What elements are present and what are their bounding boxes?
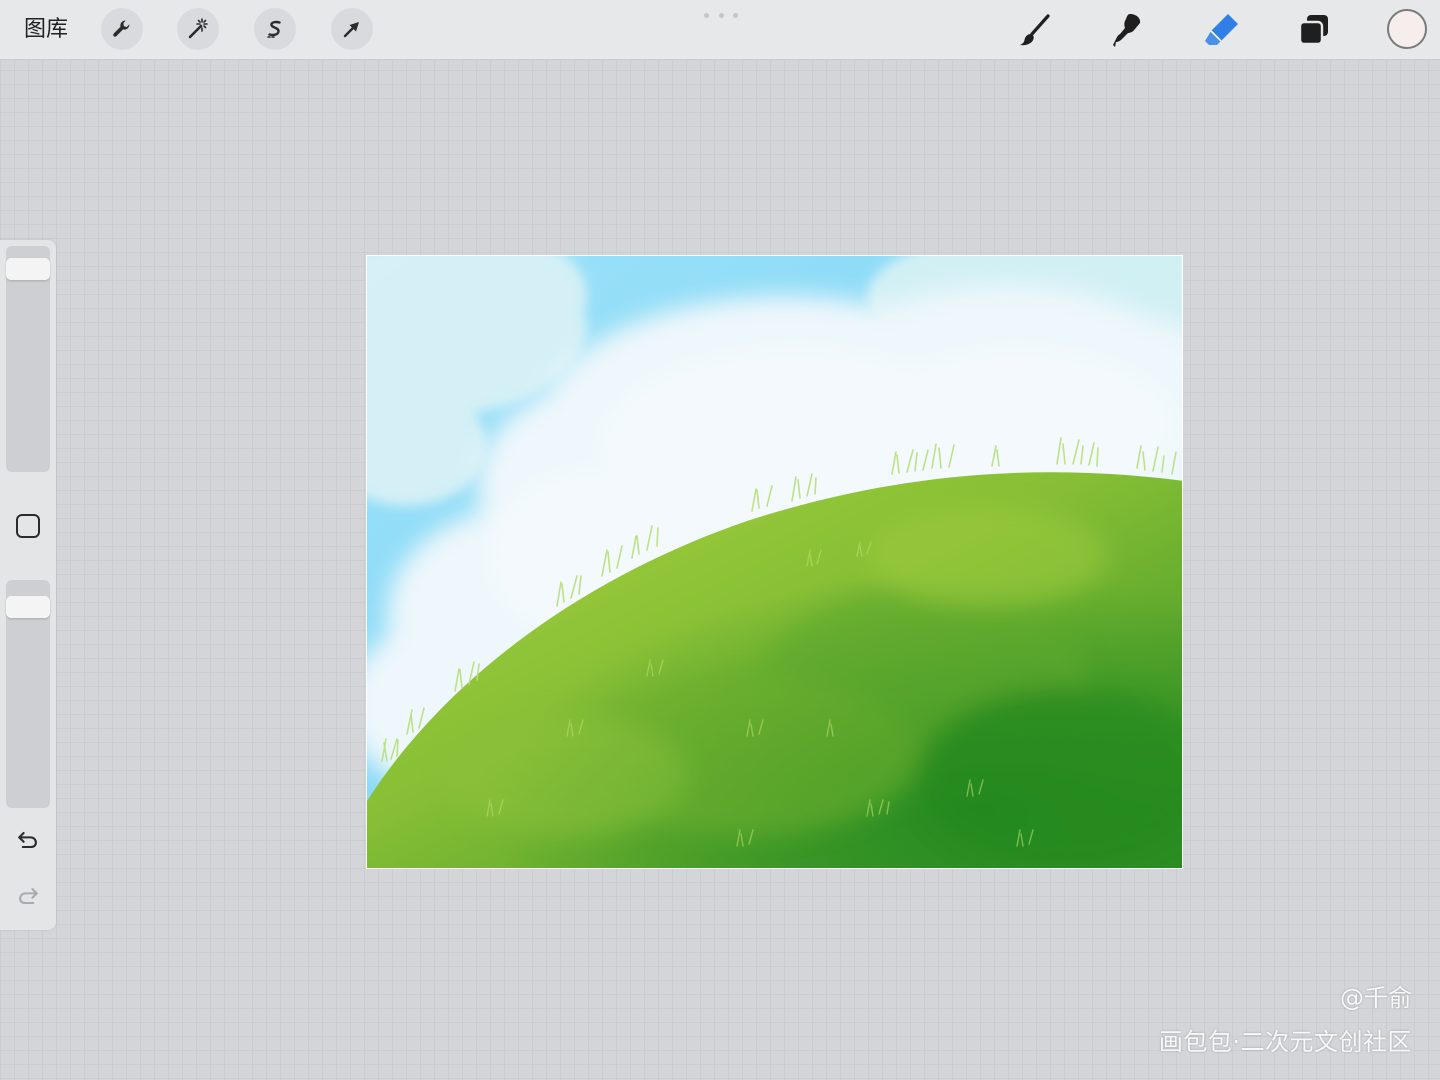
opacity-handle[interactable] bbox=[6, 596, 50, 618]
undo-button[interactable] bbox=[12, 824, 44, 856]
canvas-artwork[interactable] bbox=[366, 255, 1183, 869]
brush-size-slider[interactable] bbox=[6, 246, 50, 472]
drag-dot bbox=[718, 13, 724, 18]
transform-button[interactable] bbox=[331, 8, 373, 50]
magic-wand-icon bbox=[188, 18, 208, 39]
brush-size-handle[interactable] bbox=[6, 258, 50, 280]
smudge-button[interactable] bbox=[1105, 8, 1151, 52]
top-toolbar: 图库 bbox=[0, 0, 1440, 60]
gallery-button[interactable]: 图库 bbox=[24, 14, 68, 46]
arrow-cursor-icon bbox=[343, 22, 359, 38]
watermark-site: 画包包·二次元文创社区 bbox=[1158, 1028, 1412, 1056]
paint-button[interactable] bbox=[1012, 8, 1058, 52]
square-modify-icon bbox=[16, 514, 40, 538]
color-picker-button[interactable] bbox=[1387, 9, 1427, 49]
opacity-slider[interactable] bbox=[6, 580, 50, 808]
redo-icon bbox=[19, 887, 38, 905]
watermark-author: @千俞 bbox=[1340, 984, 1412, 1012]
undo-icon bbox=[18, 831, 37, 849]
adjustments-button[interactable] bbox=[177, 8, 219, 50]
selection-s-icon bbox=[267, 20, 281, 38]
wrench-icon bbox=[113, 20, 130, 37]
modify-button[interactable] bbox=[14, 512, 42, 540]
layers-icon bbox=[1298, 15, 1328, 46]
smudge-icon bbox=[1113, 14, 1141, 47]
redo-button[interactable] bbox=[12, 880, 44, 912]
selection-button[interactable] bbox=[254, 8, 296, 50]
drag-dot bbox=[704, 13, 709, 18]
actions-button[interactable] bbox=[101, 8, 143, 50]
eraser-icon bbox=[1205, 14, 1238, 45]
drag-handle[interactable] bbox=[704, 13, 738, 19]
layers-button[interactable] bbox=[1291, 8, 1337, 52]
erase-button[interactable] bbox=[1198, 8, 1244, 52]
drag-dot bbox=[733, 13, 738, 18]
landscape-painting bbox=[367, 256, 1182, 868]
left-sidebar bbox=[0, 240, 56, 930]
brush-icon bbox=[1020, 14, 1050, 46]
